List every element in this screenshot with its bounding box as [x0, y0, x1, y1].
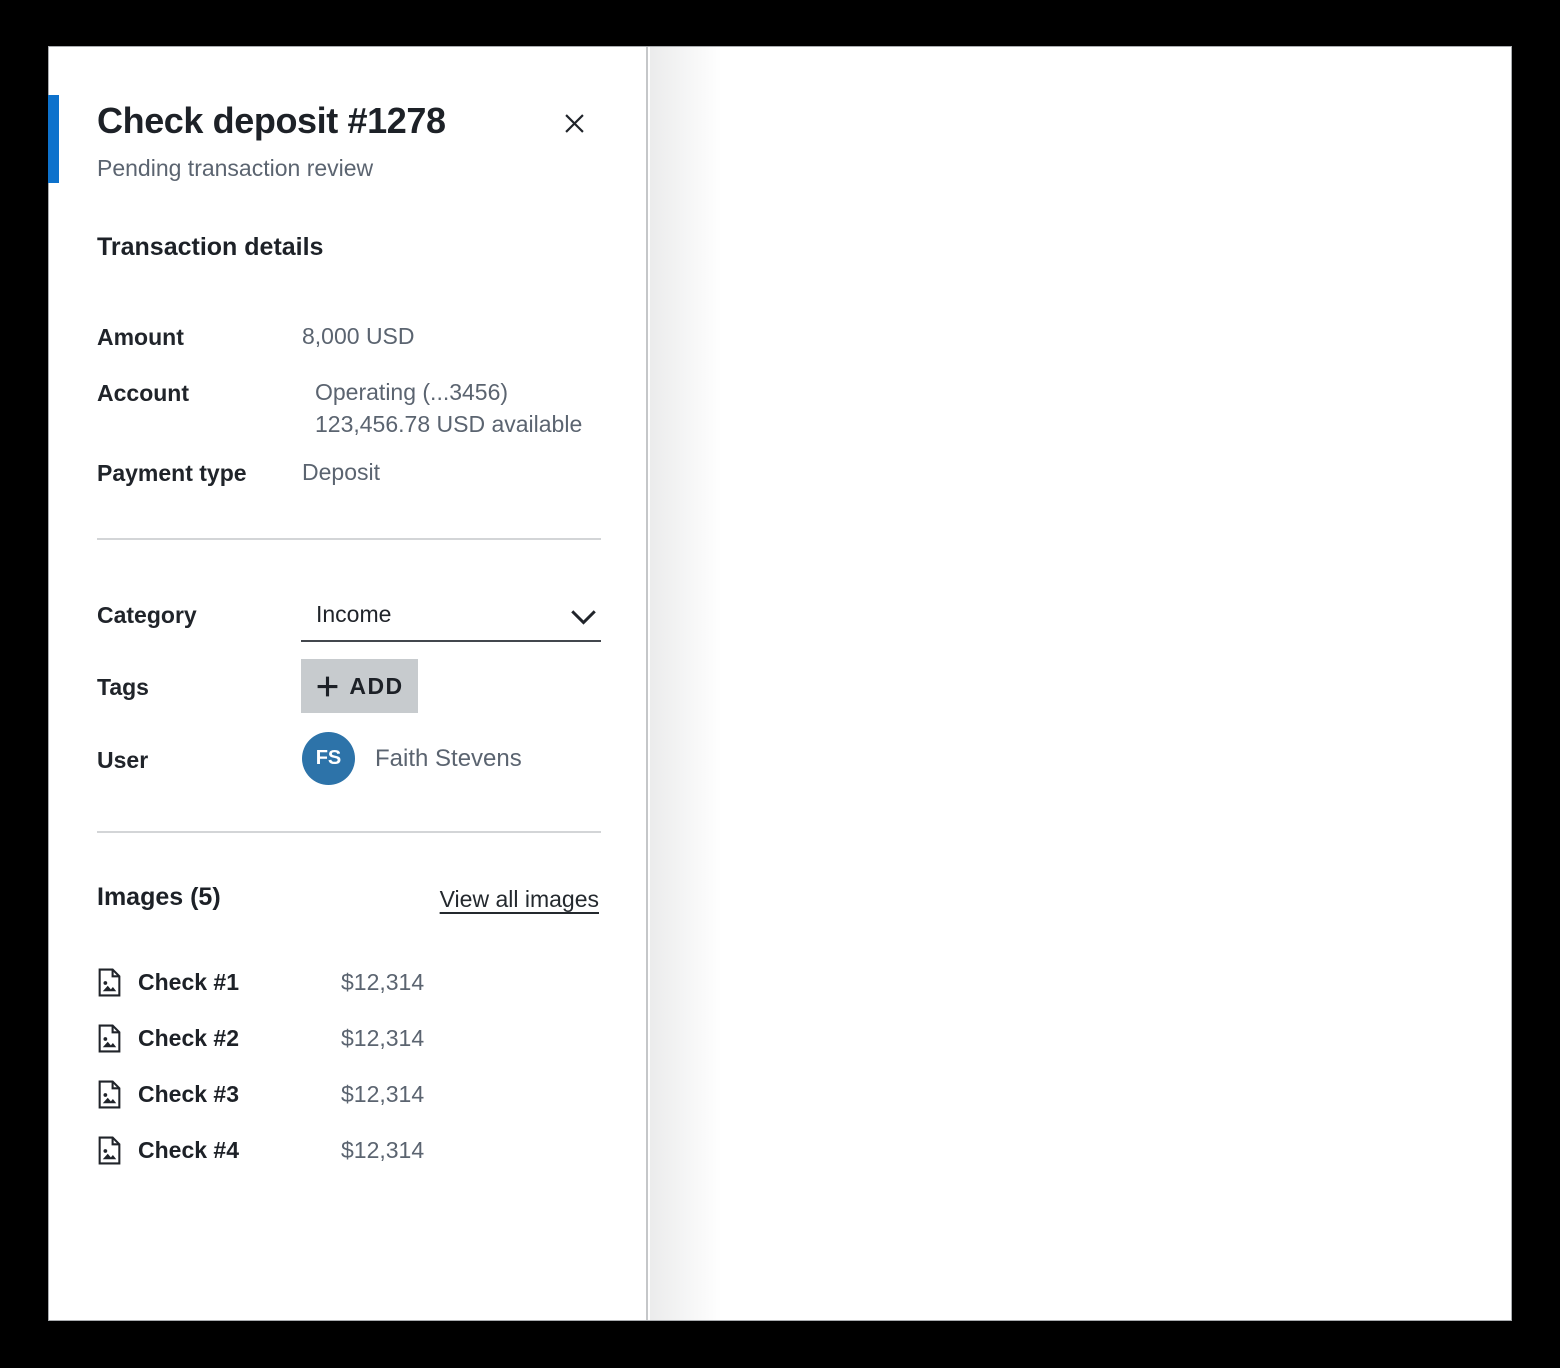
transaction-details-heading: Transaction details [97, 233, 323, 262]
payment-type-value: Deposit [302, 456, 380, 488]
accent-bar [48, 95, 59, 183]
category-select-value: Income [316, 601, 391, 628]
image-list-item[interactable]: Check #4 $12,314 [97, 1132, 601, 1168]
image-amount: $12,314 [341, 1025, 424, 1052]
drawer-shadow [650, 47, 722, 1320]
image-amount: $12,314 [341, 1081, 424, 1108]
payment-type-label: Payment type [97, 458, 247, 488]
drawer-title: Check deposit #1278 [97, 100, 446, 142]
file-image-icon [97, 1136, 122, 1165]
account-value-line2: 123,456.78 USD available [315, 408, 582, 440]
transaction-details-drawer: Check deposit #1278 Pending transaction … [49, 47, 648, 1320]
category-label: Category [97, 600, 197, 630]
content-area [722, 47, 1511, 1320]
image-name: Check #3 [138, 1081, 239, 1108]
chevron-down-icon [570, 609, 597, 631]
file-image-icon [97, 1024, 122, 1053]
file-image-icon [97, 968, 122, 997]
close-icon [561, 110, 588, 137]
image-list-item[interactable]: Check #3 $12,314 [97, 1076, 601, 1112]
screen: { "colors": { "accent_blue": "#0d72cc", … [0, 0, 1560, 1368]
modal-panel: Check deposit #1278 Pending transaction … [48, 46, 1512, 1321]
divider [97, 538, 601, 540]
plus-icon [315, 674, 340, 699]
tags-label: Tags [97, 672, 149, 702]
view-all-images-link[interactable]: View all images [440, 886, 599, 913]
image-list-item[interactable]: Check #1 $12,314 [97, 964, 601, 1000]
drawer-subtitle: Pending transaction review [97, 155, 373, 182]
account-label: Account [97, 378, 189, 408]
user-avatar-initials: FS [316, 747, 342, 770]
add-tag-button[interactable]: ADD [301, 659, 418, 713]
user-name: Faith Stevens [375, 745, 522, 773]
image-name: Check #2 [138, 1025, 239, 1052]
image-amount: $12,314 [341, 1137, 424, 1164]
image-list-item[interactable]: Check #2 $12,314 [97, 1020, 601, 1056]
close-button[interactable] [555, 104, 593, 142]
add-tag-button-label: ADD [349, 673, 403, 700]
account-value-line1: Operating (...3456) [315, 376, 508, 408]
images-heading: Images (5) [97, 883, 221, 912]
user-label: User [97, 745, 148, 775]
image-name: Check #4 [138, 1137, 239, 1164]
image-name: Check #1 [138, 969, 239, 996]
file-image-icon [97, 1080, 122, 1109]
category-select[interactable]: Income [301, 596, 601, 642]
image-amount: $12,314 [341, 969, 424, 996]
amount-value: 8,000 USD [302, 320, 415, 352]
user-avatar: FS [302, 732, 355, 785]
amount-label: Amount [97, 322, 184, 352]
divider [97, 831, 601, 833]
